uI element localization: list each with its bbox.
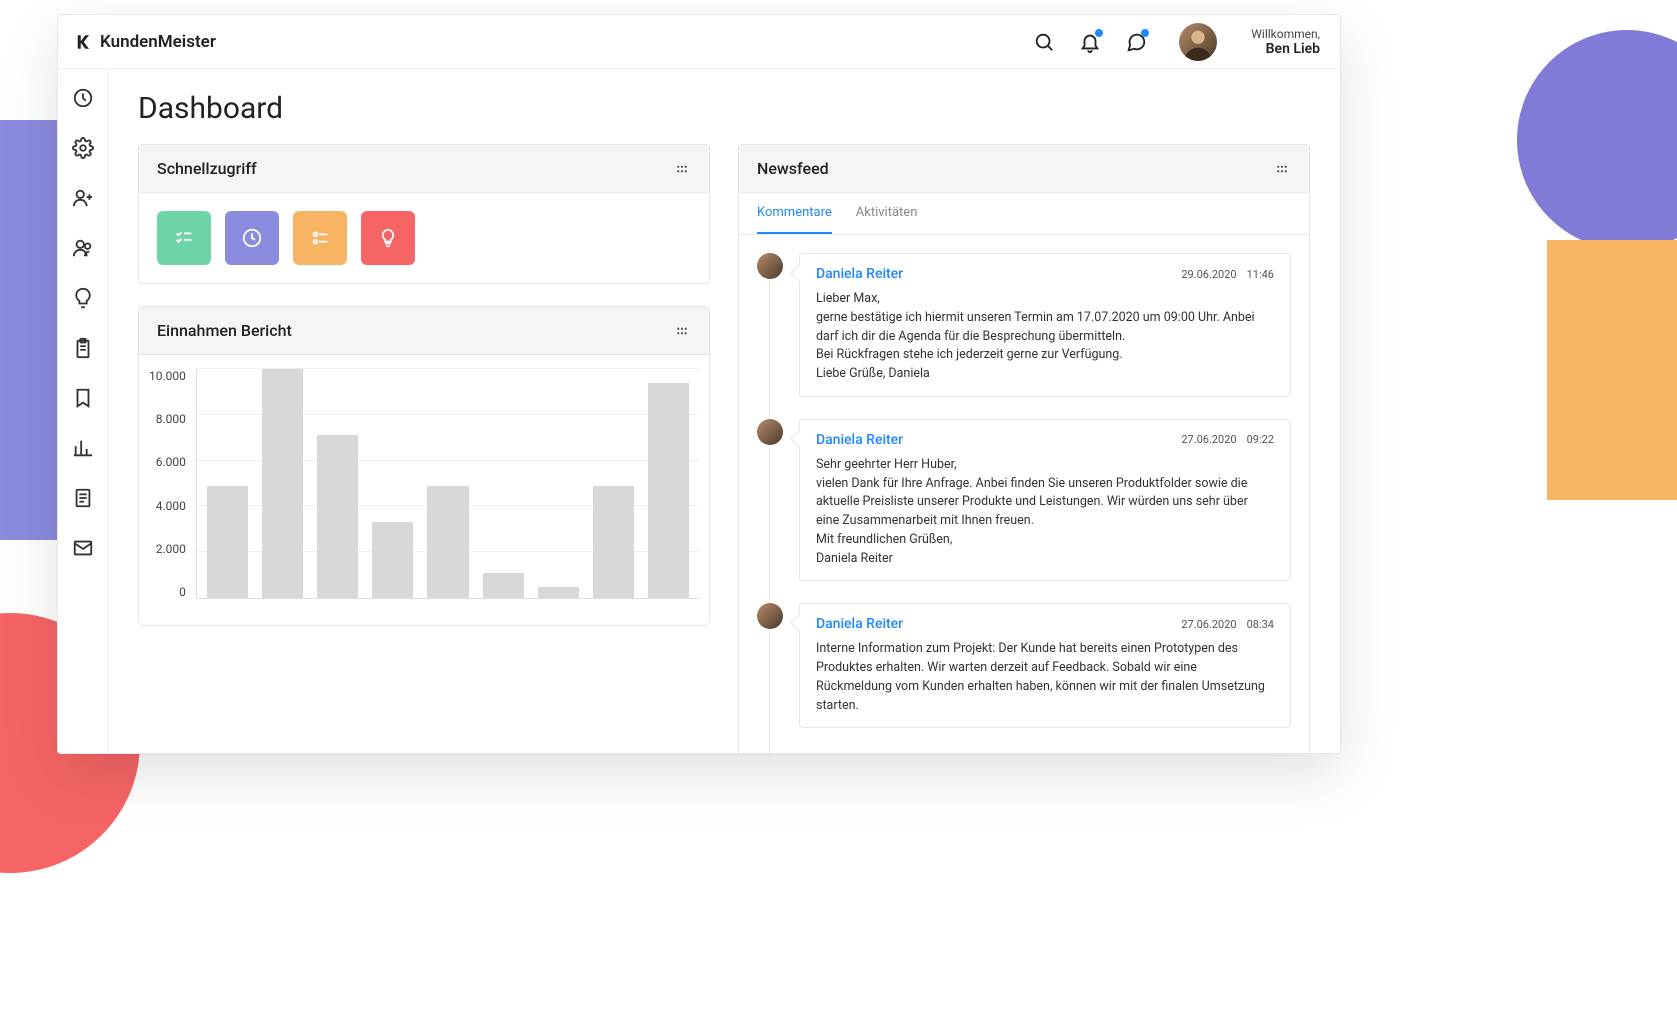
feed-avatar[interactable]	[757, 253, 783, 279]
topbar: KundenMeister Willkommen, Ben Lieb	[58, 15, 1340, 69]
sidebar	[58, 69, 108, 753]
tab-aktivitaeten[interactable]: Aktivitäten	[856, 193, 918, 234]
sidebar-item-settings[interactable]	[72, 137, 94, 159]
newsfeed-card: Newsfeed Kommentare Aktivitäten Daniela …	[738, 144, 1310, 753]
feed-card[interactable]: Daniela Reiter 29.06.202011:46 Lieber Ma…	[799, 253, 1291, 397]
revenue-title: Einnahmen Bericht	[157, 321, 292, 340]
chart-bar	[372, 522, 413, 598]
topbar-actions: Willkommen, Ben Lieb	[1033, 23, 1320, 61]
chart-bar	[538, 587, 579, 598]
y-tick-label: 8.000	[156, 412, 186, 426]
welcome-label: Willkommen,	[1251, 27, 1320, 41]
feed-card[interactable]: Daniela Reiter 27.06.202008:34 Interne I…	[799, 603, 1291, 728]
brand[interactable]: KundenMeister	[74, 32, 216, 52]
chart-bar	[427, 486, 468, 598]
sidebar-item-dashboard[interactable]	[72, 87, 94, 109]
quick-tile-checklist[interactable]	[157, 211, 211, 265]
revenue-card: Einnahmen Bericht 10.000 8.000 6.000 4.000 2…	[138, 306, 710, 626]
show-more-link[interactable]: Mehr anzeigen	[757, 750, 1291, 753]
chart-bar	[483, 573, 524, 598]
chart-bar	[207, 486, 248, 598]
feed-body: Sehr geehrter Herr Huber, vielen Dank fü…	[816, 456, 1274, 569]
quick-access-tiles	[157, 211, 691, 265]
feed-author[interactable]: Daniela Reiter	[816, 616, 903, 632]
drag-handle-icon[interactable]	[673, 160, 691, 178]
sidebar-item-analytics[interactable]	[72, 437, 94, 459]
newsfeed-tabs: Kommentare Aktivitäten	[739, 193, 1309, 235]
avatar[interactable]	[1179, 23, 1217, 61]
feed-body: Lieber Max, gerne bestätige ich hiermit …	[816, 290, 1274, 384]
feed-timestamp: 27.06.202009:22	[1181, 433, 1274, 446]
quick-tile-clock[interactable]	[225, 211, 279, 265]
sidebar-item-bookmark[interactable]	[72, 387, 94, 409]
newsfeed-list: Daniela Reiter 29.06.202011:46 Lieber Ma…	[739, 235, 1309, 753]
decorative-shape	[1517, 30, 1677, 250]
page-title: Dashboard	[138, 91, 1310, 126]
feed-card[interactable]: Daniela Reiter 27.06.202009:22 Sehr geeh…	[799, 419, 1291, 582]
feed-avatar[interactable]	[757, 419, 783, 445]
app-window: KundenMeister Willkommen, Ben Lieb	[57, 14, 1341, 754]
chart-plot-area	[196, 369, 699, 599]
quick-tile-sliders[interactable]	[293, 211, 347, 265]
chart-bar	[262, 369, 303, 598]
y-tick-label: 0	[179, 585, 186, 599]
drag-handle-icon[interactable]	[1273, 160, 1291, 178]
quick-tile-lightbulb[interactable]	[361, 211, 415, 265]
user-greeting: Willkommen, Ben Lieb	[1251, 27, 1320, 57]
brand-logo-icon	[74, 33, 92, 51]
sidebar-item-user-plus[interactable]	[72, 187, 94, 209]
feed-item: Daniela Reiter 27.06.202009:22 Sehr geeh…	[757, 419, 1291, 582]
chart-bar	[648, 383, 689, 598]
chat-icon[interactable]	[1125, 31, 1147, 53]
drag-handle-icon[interactable]	[673, 322, 691, 340]
chart-bar	[593, 486, 634, 598]
newsfeed-title: Newsfeed	[757, 159, 829, 178]
y-tick-label: 4.000	[156, 499, 186, 513]
feed-item: Daniela Reiter 29.06.202011:46 Lieber Ma…	[757, 253, 1291, 397]
y-tick-label: 6.000	[156, 455, 186, 469]
quick-access-card: Schnellzugriff	[138, 144, 710, 284]
sidebar-item-ideas[interactable]	[72, 287, 94, 309]
quick-access-title: Schnellzugriff	[157, 159, 257, 178]
feed-timestamp: 29.06.202011:46	[1181, 268, 1274, 281]
feed-item: Daniela Reiter 27.06.202008:34 Interne I…	[757, 603, 1291, 728]
username-label: Ben Lieb	[1266, 41, 1320, 57]
feed-body: Interne Information zum Projekt: Der Kun…	[816, 640, 1274, 715]
brand-name: KundenMeister	[100, 32, 216, 52]
feed-timestamp: 27.06.202008:34	[1181, 618, 1274, 631]
revenue-chart: 10.000 8.000 6.000 4.000 2.000 0	[149, 369, 699, 599]
y-tick-label: 2.000	[156, 542, 186, 556]
tab-kommentare[interactable]: Kommentare	[757, 193, 832, 234]
feed-author[interactable]: Daniela Reiter	[816, 266, 903, 282]
y-tick-label: 10.000	[149, 369, 186, 383]
feed-avatar[interactable]	[757, 603, 783, 629]
chart-bar	[317, 435, 358, 598]
bell-icon[interactable]	[1079, 31, 1101, 53]
main-content: Dashboard Schnellzugriff	[108, 69, 1340, 753]
sidebar-item-users[interactable]	[72, 237, 94, 259]
chat-badge	[1141, 29, 1149, 37]
sidebar-item-mail[interactable]	[72, 537, 94, 559]
sidebar-item-clipboard[interactable]	[72, 337, 94, 359]
notification-badge	[1095, 29, 1103, 37]
decorative-shape	[0, 120, 60, 540]
decorative-shape	[1547, 240, 1677, 500]
feed-author[interactable]: Daniela Reiter	[816, 432, 903, 448]
sidebar-item-document[interactable]	[72, 487, 94, 509]
timeline-line	[769, 265, 770, 753]
chart-y-axis: 10.000 8.000 6.000 4.000 2.000 0	[149, 369, 196, 599]
search-icon[interactable]	[1033, 31, 1055, 53]
